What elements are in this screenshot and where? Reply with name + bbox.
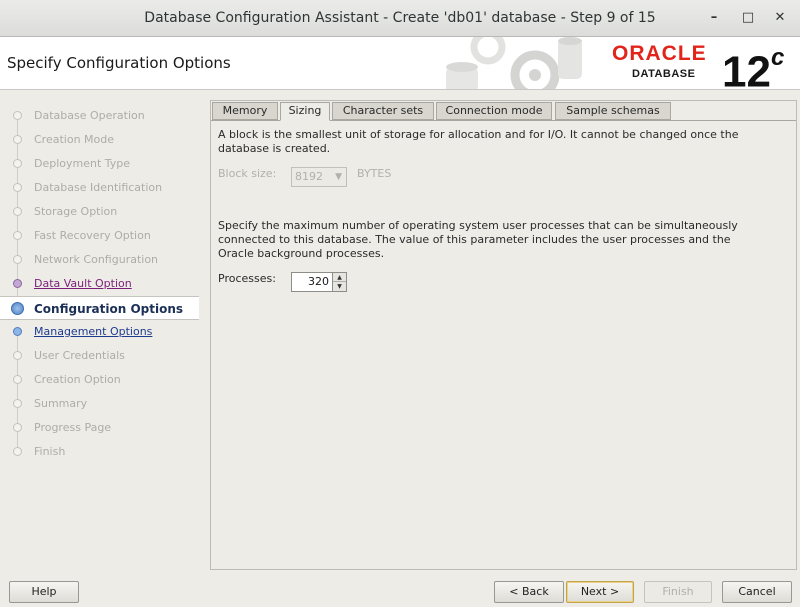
minimize-icon[interactable]: – [704, 8, 724, 28]
maximize-icon[interactable]: □ [738, 8, 758, 28]
step-data-vault-option[interactable]: Data Vault Option [0, 272, 199, 304]
header-banner: Specify Configuration Options ORACLE DAT… [0, 37, 800, 90]
step-network-configuration: Network Configuration [0, 248, 199, 280]
help-button[interactable]: Help [9, 581, 79, 603]
step-dot-icon [13, 207, 22, 216]
page-title: Specify Configuration Options [7, 54, 231, 72]
chevron-down-icon: ▼ [335, 172, 342, 182]
tab-panel-sizing [211, 120, 796, 569]
block-size-value: 8192 [295, 170, 323, 183]
oracle-logo: ORACLE DATABASE [612, 42, 707, 81]
step-creation-mode: Creation Mode [0, 128, 199, 160]
close-icon[interactable]: ✕ [770, 8, 790, 28]
step-creation-option: Creation Option [0, 368, 199, 400]
block-size-combo: 8192 ▼ [291, 167, 347, 187]
tab-memory[interactable]: Memory [212, 102, 278, 120]
step-database-identification: Database Identification [0, 176, 199, 208]
step-dot-icon [13, 255, 22, 264]
block-size-description: A block is the smallest unit of storage … [218, 128, 739, 155]
cancel-button[interactable]: Cancel [722, 581, 792, 603]
oracle-database-text: DATABASE [632, 68, 696, 80]
step-dot-icon [13, 447, 22, 456]
gears-graphic-icon [446, 37, 582, 89]
step-management-options[interactable]: Management Options [0, 320, 199, 352]
steps-navigator: Database Operation Creation Mode Deploym… [0, 104, 199, 464]
processes-label: Processes: [218, 272, 276, 285]
step-dot-icon [13, 135, 22, 144]
step-dot-icon [13, 423, 22, 432]
back-button[interactable]: < Back [494, 581, 564, 603]
spinner-up-icon[interactable]: ▲ [333, 273, 346, 282]
step-dot-icon [13, 183, 22, 192]
step-summary: Summary [0, 392, 199, 424]
step-current-dot-icon [11, 302, 24, 315]
tab-sizing[interactable]: Sizing [280, 102, 330, 121]
version-suffix: c [770, 44, 785, 71]
step-dot-icon [13, 399, 22, 408]
step-dot-icon [13, 279, 22, 288]
step-progress-page: Progress Page [0, 416, 199, 448]
version-number: 12 [722, 47, 771, 90]
processes-spinner[interactable]: 320 ▲ ▼ [291, 272, 347, 292]
oracle-brand-text: ORACLE [612, 42, 707, 65]
step-dot-icon [13, 375, 22, 384]
step-user-credentials: User Credentials [0, 344, 199, 376]
block-size-unit: BYTES [357, 167, 392, 180]
step-configuration-options: Configuration Options [0, 296, 199, 320]
step-dot-icon [13, 327, 22, 336]
finish-button: Finish [644, 581, 712, 603]
step-database-operation: Database Operation [0, 104, 199, 136]
window-title: Database Configuration Assistant - Creat… [144, 10, 656, 26]
block-size-label: Block size: [218, 167, 277, 180]
step-storage-option: Storage Option [0, 200, 199, 232]
processes-value[interactable]: 320 [308, 273, 329, 291]
step-deployment-type: Deployment Type [0, 152, 199, 184]
step-dot-icon [13, 231, 22, 240]
step-fast-recovery-option: Fast Recovery Option [0, 224, 199, 256]
tab-character-sets[interactable]: Character sets [332, 102, 434, 120]
version-badge: 12c [722, 38, 785, 90]
step-dot-icon [13, 111, 22, 120]
processes-description: Specify the maximum number of operating … [218, 219, 738, 260]
step-finish: Finish [0, 440, 199, 464]
tab-connection-mode[interactable]: Connection mode [436, 102, 552, 120]
spinner-down-icon[interactable]: ▼ [333, 282, 346, 291]
step-dot-icon [13, 351, 22, 360]
tab-sample-schemas[interactable]: Sample schemas [555, 102, 671, 120]
next-button[interactable]: Next > [566, 581, 634, 603]
window-titlebar: Database Configuration Assistant - Creat… [0, 0, 800, 37]
step-dot-icon [13, 159, 22, 168]
